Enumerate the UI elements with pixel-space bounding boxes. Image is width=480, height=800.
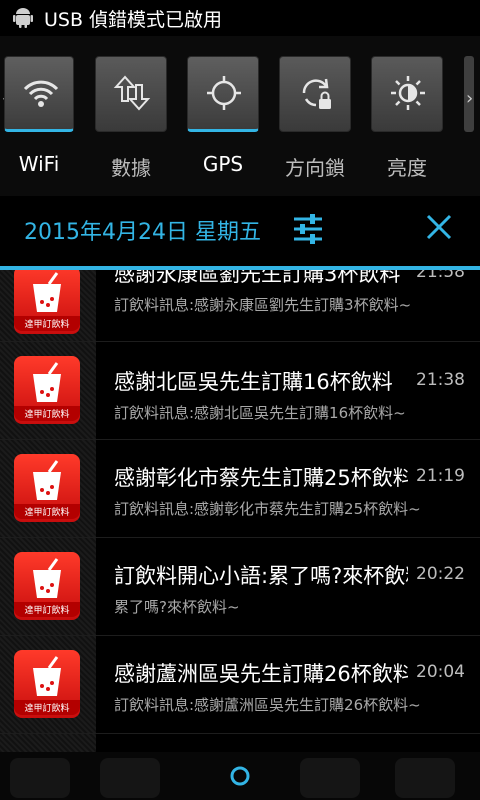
drink-cup-icon — [33, 656, 61, 696]
app-icon: 達甲訂飲料 — [14, 356, 80, 424]
app-icon: 達甲訂飲料 — [14, 650, 80, 718]
notification-title: 感謝彰化市蔡先生訂購25杯飲料 — [114, 466, 408, 490]
drink-cup-icon — [33, 558, 61, 598]
wifi-toggle[interactable] — [4, 56, 74, 132]
scroll-right-icon[interactable]: › — [466, 88, 473, 109]
wifi-label: WiFi — [18, 152, 60, 176]
app-icon: 達甲訂飲料 — [14, 552, 80, 620]
status-text: USB 偵錯模式已啟用 — [44, 8, 223, 31]
app-icon: 達甲訂飲料 — [14, 454, 80, 522]
notification-item[interactable] — [0, 734, 480, 752]
brightness-toggle[interactable] — [371, 56, 443, 132]
rotation-lock-label: 方向鎖 — [285, 156, 345, 180]
notification-item[interactable]: 達甲訂飲料 感謝永康區劉先生訂購3杯飲料 21:58 訂飲料訊息:感謝永康區劉先… — [0, 270, 480, 342]
notification-message: 訂飲料訊息:感謝北區吳先生訂購16杯飲料~ — [114, 404, 406, 422]
notification-message: 訂飲料訊息:感謝彰化市蔡先生訂購25杯飲料~ — [114, 500, 421, 518]
brightness-icon — [391, 76, 425, 110]
status-bar: USB 偵錯模式已啟用 — [0, 0, 480, 36]
data-label: 數據 — [111, 156, 151, 180]
rotation-lock-icon — [302, 78, 331, 109]
app-icon: 達甲訂飲料 — [14, 270, 80, 334]
drag-handle-icon[interactable] — [228, 764, 252, 788]
gps-icon — [207, 76, 241, 110]
notification-message: 累了嗎?來杯飲料~ — [114, 598, 240, 616]
gps-label: GPS — [202, 152, 244, 176]
notification-time: 21:19 — [416, 466, 465, 486]
notification-title: 感謝北區吳先生訂購16杯飲料 — [114, 370, 393, 394]
notification-time: 21:38 — [416, 370, 465, 390]
brightness-label: 亮度 — [387, 156, 427, 180]
drink-cup-icon — [33, 362, 61, 402]
notification-time: 20:22 — [416, 564, 465, 584]
data-transfer-icon — [113, 75, 151, 111]
notification-list: 達甲訂飲料 感謝永康區劉先生訂購3杯飲料 21:58 訂飲料訊息:感謝永康區劉先… — [0, 270, 480, 752]
drink-cup-icon — [33, 460, 61, 500]
notification-item[interactable]: 達甲訂飲料 感謝蘆洲區吳先生訂購26杯飲料 20:04 訂飲料訊息:感謝蘆洲區吳… — [0, 636, 480, 734]
android-debug-icon — [13, 8, 33, 28]
settings-sliders-icon[interactable] — [292, 213, 324, 245]
notification-item[interactable]: 達甲訂飲料 訂飲料開心小語:累了嗎?來杯飲料 20:22 累了嗎?來杯飲料~ — [0, 538, 480, 636]
notification-time: 21:58 — [416, 270, 465, 282]
gps-toggle[interactable] — [187, 56, 259, 132]
notification-title: 訂飲料開心小語:累了嗎?來杯飲料 — [114, 564, 408, 588]
date-text: 2015年4月24日 星期五 — [24, 220, 261, 245]
clear-notifications-icon[interactable] — [424, 212, 454, 242]
date-header: 2015年4月24日 星期五 — [0, 196, 480, 266]
drink-cup-icon — [33, 272, 61, 312]
notification-message: 訂飲料訊息:感謝蘆洲區吳先生訂購26杯飲料~ — [114, 696, 421, 714]
quick-settings-panel: ‹ WiFi 數據 GPS — [0, 36, 480, 196]
data-toggle[interactable] — [95, 56, 167, 132]
notification-title: 感謝永康區劉先生訂購3杯飲料 — [114, 270, 401, 286]
notification-item[interactable]: 達甲訂飲料 感謝北區吳先生訂購16杯飲料 21:38 訂飲料訊息:感謝北區吳先生… — [0, 342, 480, 440]
notification-item[interactable]: 達甲訂飲料 感謝彰化市蔡先生訂購25杯飲料 21:19 訂飲料訊息:感謝彰化市蔡… — [0, 440, 480, 538]
rotation-lock-toggle[interactable] — [279, 56, 351, 132]
notification-message: 訂飲料訊息:感謝永康區劉先生訂購3杯飲料~ — [114, 296, 412, 314]
notification-time: 20:04 — [416, 662, 465, 682]
wifi-icon — [23, 80, 59, 107]
notification-title: 感謝蘆洲區吳先生訂購26杯飲料 — [114, 662, 408, 686]
